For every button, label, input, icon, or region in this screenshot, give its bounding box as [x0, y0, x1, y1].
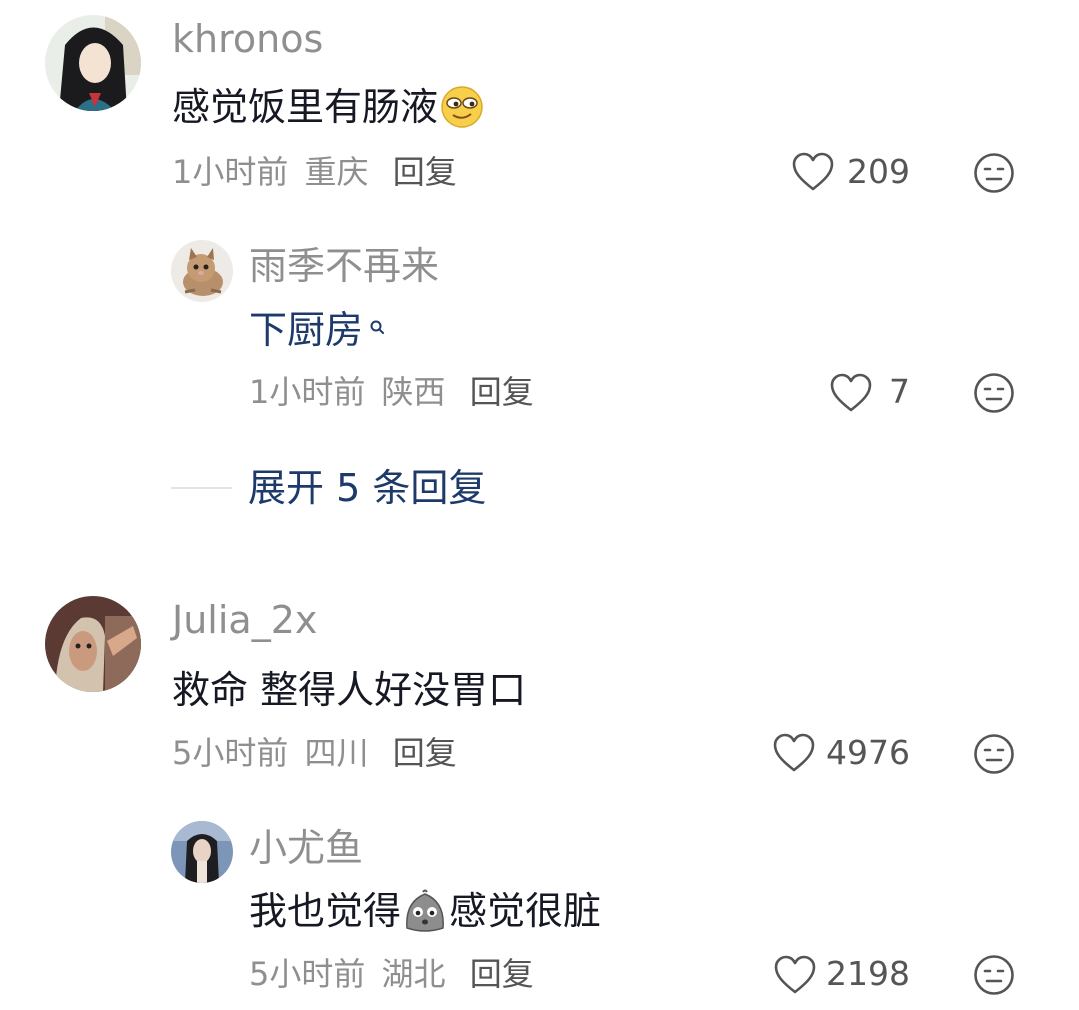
reply-button[interactable]: 回复: [393, 153, 457, 191]
smug-face-emoji: [440, 85, 484, 129]
expand-replies-button[interactable]: 展开 5 条回复: [248, 465, 486, 511]
timestamp: 5小时前: [172, 734, 289, 772]
comment-meta: 5小时前 四川 回复: [172, 733, 457, 773]
dislike-face-icon[interactable]: [973, 954, 1015, 996]
dislike-face-icon[interactable]: [973, 152, 1015, 194]
username[interactable]: khronos: [172, 17, 323, 61]
expand-divider: [171, 487, 232, 489]
like-count: 2198: [826, 954, 910, 993]
comment-text: 我也觉得 感觉很脏: [249, 888, 601, 934]
dislike-face-icon[interactable]: [973, 372, 1015, 414]
heart-icon[interactable]: [829, 372, 873, 414]
comment-text: 感觉饭里有肠液: [172, 84, 484, 130]
search-link[interactable]: 下厨房: [249, 307, 363, 353]
reply-button[interactable]: 回复: [393, 734, 457, 772]
dumpling-face-emoji: [401, 888, 449, 934]
like-count: 209: [847, 152, 910, 191]
reply-button[interactable]: 回复: [470, 373, 534, 411]
username[interactable]: Julia_2x: [172, 598, 317, 642]
avatar-xiaoyouyu[interactable]: [171, 821, 233, 883]
timestamp: 5小时前: [249, 955, 366, 993]
reply-button[interactable]: 回复: [470, 955, 534, 993]
dislike-face-icon[interactable]: [973, 733, 1015, 775]
avatar-julia[interactable]: [45, 596, 141, 692]
like-count: 7: [889, 372, 910, 411]
location: 湖北: [381, 955, 446, 993]
comment-meta: 1小时前 陕西 回复: [249, 372, 534, 412]
comment-text-body: 我也觉得: [249, 889, 402, 933]
location: 重庆: [304, 153, 369, 191]
username[interactable]: 小尤鱼: [249, 826, 363, 870]
comment-text: 救命 整得人好没胃口: [172, 667, 526, 713]
avatar-rain-season[interactable]: [171, 240, 233, 302]
comment-text-body: 救命 整得人好没胃口: [172, 668, 527, 712]
heart-icon[interactable]: [773, 954, 817, 996]
comment-text-body: 感觉饭里有肠液: [172, 85, 439, 129]
location: 陕西: [381, 373, 446, 411]
comment-text[interactable]: 下厨房: [249, 307, 385, 353]
heart-icon[interactable]: [772, 732, 816, 774]
timestamp: 1小时前: [172, 153, 289, 191]
comment-meta: 5小时前 湖北 回复: [249, 954, 534, 994]
comment-text-body: 感觉很脏: [449, 889, 602, 933]
timestamp: 1小时前: [249, 373, 366, 411]
search-icon: [369, 299, 385, 345]
heart-icon[interactable]: [791, 151, 835, 193]
location: 四川: [304, 734, 369, 772]
username[interactable]: 雨季不再来: [249, 244, 439, 288]
like-count: 4976: [826, 733, 910, 772]
comment-meta: 1小时前 重庆 回复: [172, 152, 457, 192]
avatar-khronos[interactable]: [45, 15, 141, 111]
